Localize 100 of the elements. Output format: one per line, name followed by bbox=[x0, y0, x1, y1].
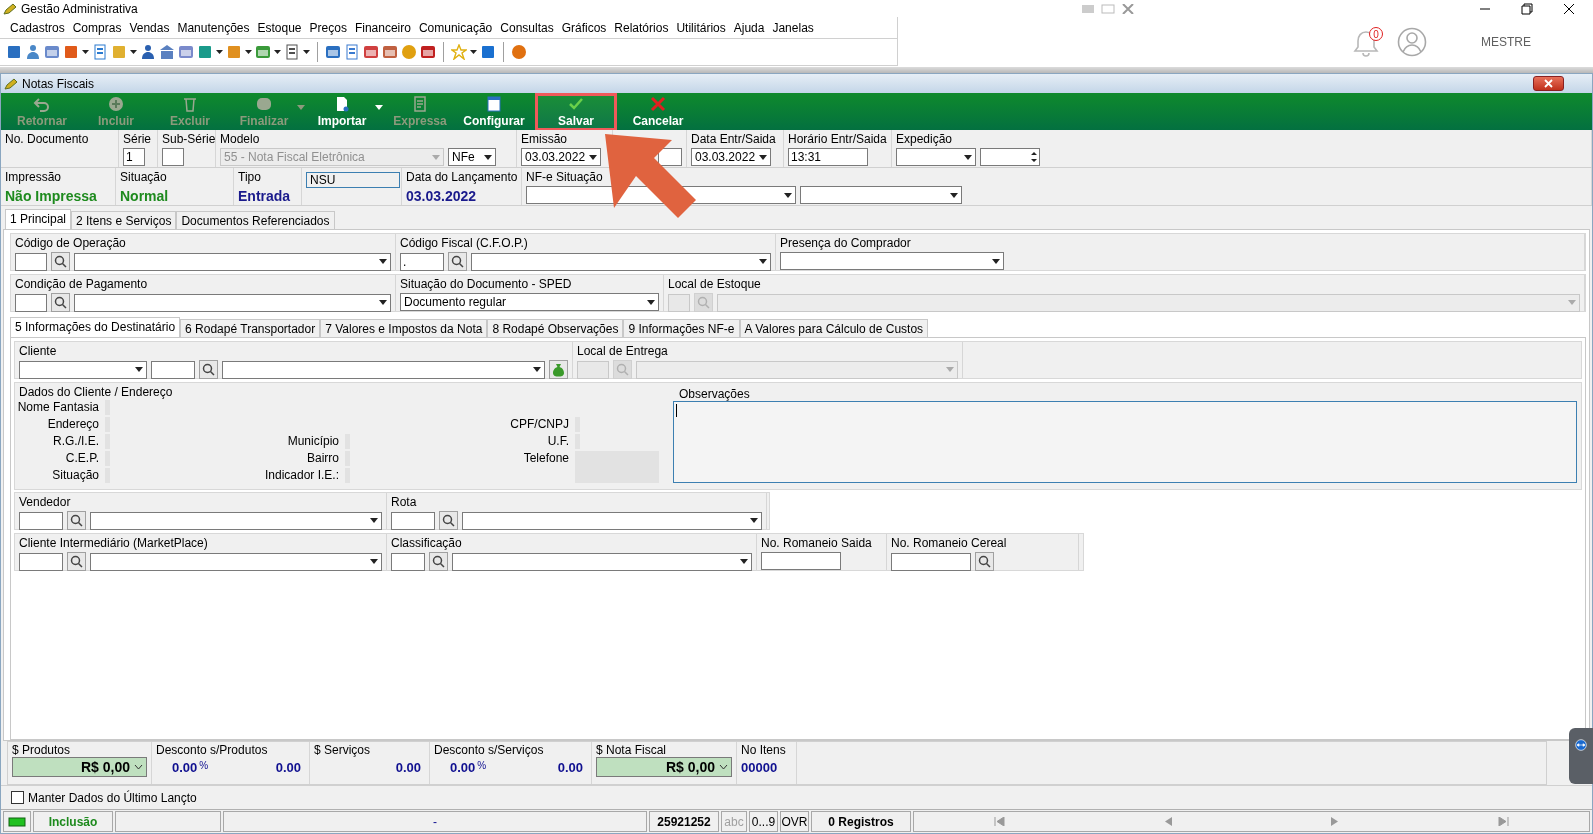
dropdown-field[interactable] bbox=[19, 360, 147, 379]
dropdown-field[interactable] bbox=[90, 552, 382, 571]
person-icon[interactable] bbox=[140, 44, 156, 60]
toolbar-button[interactable]: Cancelar bbox=[621, 93, 695, 130]
user-avatar-icon[interactable] bbox=[1397, 27, 1427, 57]
text-field[interactable] bbox=[19, 511, 63, 530]
document-icon[interactable] bbox=[92, 44, 108, 60]
dropdown-field[interactable] bbox=[452, 552, 752, 571]
tab[interactable]: 1 Principal bbox=[5, 209, 72, 229]
first-button[interactable] bbox=[991, 815, 1007, 828]
caret-icon[interactable] bbox=[130, 50, 137, 54]
spin-field[interactable] bbox=[980, 148, 1040, 166]
caret-icon[interactable] bbox=[470, 50, 477, 54]
dropdown-field[interactable] bbox=[74, 293, 391, 312]
dropdown-field[interactable] bbox=[896, 148, 976, 166]
menu-item[interactable]: Gráficos bbox=[557, 20, 611, 35]
dropdown-field[interactable] bbox=[90, 511, 382, 530]
menu-item[interactable]: Preços bbox=[305, 20, 351, 35]
text-field[interactable] bbox=[891, 552, 971, 571]
total-dropdown[interactable]: R$ 0,00 bbox=[596, 757, 732, 777]
people-icon[interactable] bbox=[25, 44, 41, 60]
menu-item[interactable]: Comunicação bbox=[414, 20, 497, 35]
menu-item[interactable]: Consultas bbox=[496, 20, 558, 35]
last-button[interactable] bbox=[1496, 815, 1512, 828]
dropdown-field[interactable]: NFe bbox=[448, 148, 496, 166]
text-field[interactable] bbox=[15, 252, 47, 271]
toolbar-button[interactable]: Importar bbox=[305, 93, 379, 130]
next-icon bbox=[1331, 817, 1340, 826]
restore-icon[interactable] bbox=[1521, 2, 1533, 15]
menu-item[interactable]: Utilitários bbox=[672, 20, 730, 35]
text-field[interactable] bbox=[15, 293, 47, 312]
menu-item[interactable]: Compras bbox=[68, 20, 126, 35]
tab[interactable]: A Valores para Cálculo de Custos bbox=[739, 319, 929, 337]
search-button[interactable] bbox=[975, 552, 994, 571]
text-field[interactable] bbox=[658, 148, 682, 166]
search-button[interactable] bbox=[51, 252, 70, 271]
text-field[interactable] bbox=[19, 552, 63, 571]
tab[interactable]: 5 Informações do Destinatário bbox=[10, 317, 181, 337]
text-field[interactable]: 1 bbox=[123, 148, 145, 166]
field-label: Classificação bbox=[391, 536, 463, 550]
text-field[interactable]: 13:31 bbox=[788, 148, 868, 166]
caret-icon[interactable] bbox=[82, 50, 89, 54]
tab[interactable]: Documentos Referenciados bbox=[176, 211, 335, 229]
dropdown-field[interactable]: Documento regular bbox=[400, 293, 659, 311]
caret-icon[interactable] bbox=[303, 50, 310, 54]
text-field[interactable] bbox=[162, 148, 184, 166]
close-icon[interactable] bbox=[1563, 2, 1575, 15]
dropdown-field[interactable] bbox=[222, 360, 545, 379]
menu-item[interactable]: Financeiro bbox=[350, 20, 415, 35]
text-field[interactable] bbox=[391, 552, 425, 571]
close-button[interactable] bbox=[1533, 76, 1564, 91]
dropdown-field[interactable] bbox=[800, 186, 962, 204]
dropdown-field[interactable] bbox=[780, 252, 1004, 270]
dropdown-field[interactable] bbox=[471, 252, 771, 271]
total-dropdown[interactable]: R$ 0,00 bbox=[12, 757, 147, 777]
search-button[interactable] bbox=[429, 552, 448, 571]
star-icon[interactable] bbox=[451, 44, 467, 60]
dropdown-field[interactable] bbox=[462, 511, 762, 530]
bank-icon[interactable] bbox=[159, 44, 175, 60]
menu-item[interactable]: Ajuda bbox=[729, 20, 769, 35]
search-button[interactable] bbox=[439, 511, 458, 530]
caret-icon[interactable] bbox=[245, 50, 252, 54]
printer-icon[interactable] bbox=[284, 44, 300, 60]
menu-item[interactable]: Manutenções bbox=[173, 20, 254, 35]
dropdown-field[interactable]: 03.03.2022 bbox=[691, 148, 771, 166]
toolbar-button[interactable]: Configurar bbox=[457, 93, 531, 130]
text-field[interactable] bbox=[391, 511, 435, 530]
text-field[interactable] bbox=[151, 360, 195, 379]
tab[interactable]: 7 Valores e Impostos da Nota bbox=[320, 319, 488, 337]
menu-item[interactable]: Vendas bbox=[125, 20, 174, 35]
side-panel-tab[interactable] bbox=[1569, 728, 1593, 784]
dropdown-field[interactable] bbox=[74, 252, 391, 271]
caret-icon[interactable] bbox=[216, 50, 223, 54]
dropdown-arrow-icon bbox=[379, 300, 387, 305]
card-icon[interactable] bbox=[178, 44, 194, 60]
tab[interactable]: 2 Itens e Serviços bbox=[71, 211, 177, 229]
menu-item[interactable]: Janelas bbox=[768, 20, 818, 35]
menu-item[interactable]: Estoque bbox=[253, 20, 306, 35]
dropdown-field[interactable]: 03.03.2022 bbox=[521, 148, 601, 166]
card-icon[interactable] bbox=[44, 44, 60, 60]
search-button[interactable] bbox=[199, 360, 218, 379]
toolbar-button[interactable]: Salvar bbox=[535, 92, 617, 131]
caret-icon[interactable] bbox=[274, 50, 281, 54]
search-button[interactable] bbox=[67, 552, 86, 571]
search-button[interactable] bbox=[448, 252, 467, 271]
tab[interactable]: 6 Rodapé Transportador bbox=[180, 319, 321, 337]
tab[interactable]: 9 Informações NF-e bbox=[623, 319, 740, 337]
menu-item[interactable]: Relatórios bbox=[610, 20, 673, 35]
text-field[interactable] bbox=[761, 552, 841, 570]
menu-item[interactable]: Cadastros bbox=[6, 20, 69, 35]
text-field[interactable]: . bbox=[400, 252, 444, 271]
money-bag-button[interactable] bbox=[549, 360, 568, 379]
field-label: Desconto s/Serviços bbox=[434, 743, 545, 757]
search-button[interactable] bbox=[67, 511, 86, 530]
field-label: Bairro bbox=[306, 450, 340, 467]
observations-field[interactable] bbox=[673, 401, 1577, 483]
search-button[interactable] bbox=[51, 293, 70, 312]
checkbox[interactable] bbox=[11, 791, 24, 804]
tab[interactable]: 8 Rodapé Observações bbox=[487, 319, 624, 337]
bell-icon[interactable] bbox=[1353, 29, 1379, 57]
